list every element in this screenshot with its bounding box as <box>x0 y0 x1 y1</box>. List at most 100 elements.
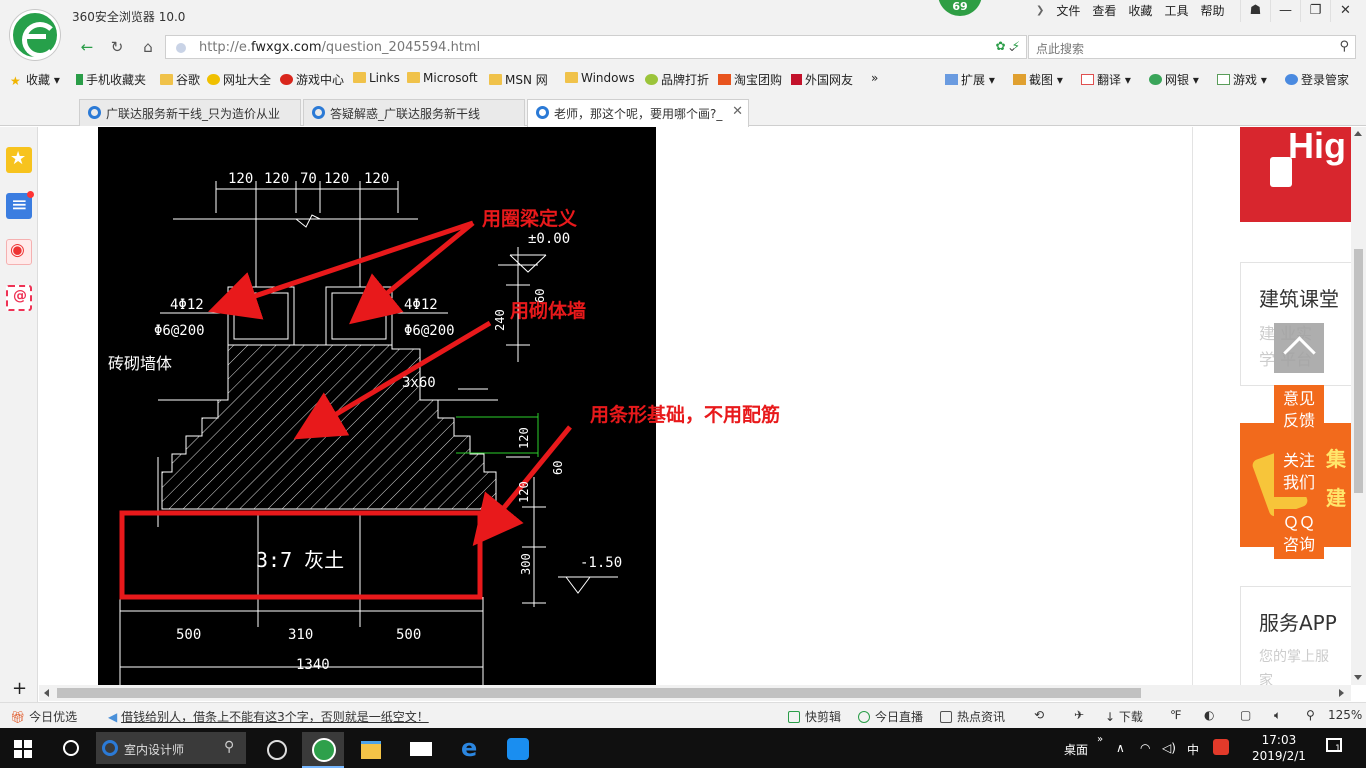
vertical-scrollbar[interactable] <box>1351 127 1366 685</box>
follow-us-button[interactable]: 关注 我们 <box>1274 447 1324 497</box>
site-info-icon[interactable] <box>176 43 186 53</box>
scroll-right-arrow-icon[interactable] <box>1339 689 1344 697</box>
window-controls: ☗ — ❐ ✕ <box>1240 0 1360 22</box>
toolbar-screenshot[interactable]: 截图 ▾ <box>1013 71 1063 88</box>
address-bar[interactable]: http://e.fwxgx.com/question_2045594.html… <box>165 35 1027 59</box>
tab-qa[interactable]: 答疑解惑_广联达服务新干线 <box>303 99 525 126</box>
toolbar-extensions[interactable]: 扩展 ▾ <box>945 71 995 88</box>
toolbar-games[interactable]: 游戏 ▾ <box>1217 71 1267 88</box>
taskbar-app-360-browser[interactable] <box>302 732 344 768</box>
window-icon[interactable]: ▢ <box>1240 708 1251 722</box>
zoom-icon[interactable]: ⚲ <box>1306 708 1315 722</box>
download-button[interactable]: ↓ 下载 <box>1105 708 1143 725</box>
taskbar-app-edge[interactable] <box>449 732 491 768</box>
scroll-up-arrow-icon[interactable] <box>1354 131 1362 136</box>
promo-banner-top[interactable]: Hig <box>1240 127 1351 222</box>
app-card[interactable]: 服务APP 您的掌上服家 <box>1240 586 1351 685</box>
edge-mode-icon[interactable]: ◐ <box>1204 708 1214 722</box>
close-button[interactable]: ✕ <box>1330 0 1360 22</box>
taskbar-app-mail[interactable] <box>400 732 442 768</box>
wifi-icon[interactable]: ◠ <box>1140 741 1150 755</box>
vertical-scroll-thumb[interactable] <box>1354 249 1363 493</box>
taskbar-app-file-explorer[interactable] <box>350 732 392 768</box>
sogou-icon[interactable] <box>1213 739 1229 755</box>
toolbar-bank[interactable]: 网银 ▾ <box>1149 71 1199 88</box>
bookmark-taobao[interactable]: 淘宝团购 <box>718 71 782 88</box>
volume-icon[interactable]: ◁) <box>1162 741 1176 755</box>
search-box[interactable]: ⌄ 点此搜索 ⚲ <box>1007 35 1356 59</box>
skin-button[interactable]: ☗ <box>1240 0 1270 22</box>
qq-consult-button[interactable]: ＱＱ 咨询 <box>1274 509 1324 559</box>
pin-icon[interactable]: ✈ <box>1074 708 1084 722</box>
tray-overflow-icon[interactable]: ∧ <box>1116 741 1125 755</box>
restore-button[interactable]: ❐ <box>1300 0 1330 22</box>
taskbar-app-clock[interactable] <box>255 732 297 768</box>
ime-indicator[interactable]: 中 <box>1187 741 1199 758</box>
chevron-right-icon[interactable]: ❯ <box>1030 3 1050 19</box>
taskbar-app-blue[interactable] <box>498 732 540 768</box>
home-button[interactable]: ⌂ <box>137 36 159 58</box>
bookmark-msn[interactable]: MSN 网 <box>489 71 548 88</box>
left-sidebar <box>0 127 38 703</box>
mail-icon[interactable] <box>6 285 32 311</box>
bookmark-links[interactable]: Links <box>353 71 400 85</box>
bookmark-hao[interactable]: 网址大全 <box>207 71 271 88</box>
desktop-toolbar[interactable]: 桌面 <box>1064 741 1088 758</box>
sidebar-add-button[interactable]: + <box>12 678 27 699</box>
browser-title-bar: 360安全浏览器 10.0 69 ❯ 文件 查看 收藏 工具 帮助 ☗ — ❐ … <box>0 0 1366 64</box>
feedback-button[interactable]: 意见 反馈 <box>1274 385 1324 435</box>
bookmark-games[interactable]: 游戏中心 <box>280 71 344 88</box>
speed-icon[interactable]: ⟲ <box>1034 708 1044 722</box>
close-tab-icon[interactable]: ✕ <box>732 104 743 119</box>
volume-icon[interactable]: 🔈︎ <box>1274 708 1281 723</box>
back-button[interactable]: ← <box>76 36 98 58</box>
format-icon[interactable]: ℉ <box>1170 708 1181 722</box>
bookmarks-more[interactable]: » <box>871 71 878 85</box>
menu-view[interactable]: 查看 <box>1086 3 1122 19</box>
tab-question-active[interactable]: 老师，那这个呢，要用哪个画?_ ✕ <box>527 99 749 127</box>
search-input[interactable]: 点此搜索 <box>1036 40 1084 57</box>
headline-link[interactable]: ◀ 借钱给别人，借条上不能有这3个字，否则就是一纸空文！ <box>108 708 429 725</box>
horizontal-scrollbar[interactable] <box>39 685 1351 701</box>
bookmark-foreign[interactable]: 外国网友 <box>791 71 853 88</box>
zoom-level[interactable]: 125% <box>1328 708 1362 722</box>
quick-clip[interactable]: 快剪辑 <box>788 708 841 725</box>
bookmark-favorites[interactable]: ★ 收藏 ▾ <box>10 71 60 88</box>
today-live[interactable]: 今日直播 <box>858 708 923 725</box>
bookmark-windows[interactable]: Windows <box>565 71 635 85</box>
hot-news[interactable]: 热点资讯 <box>940 708 1005 725</box>
tab-glodon-home[interactable]: 广联达服务新干线_只为造价从业 <box>79 99 301 126</box>
url-text[interactable]: http://e.fwxgx.com/question_2045594.html <box>199 40 480 55</box>
windows-start-icon[interactable] <box>14 740 32 758</box>
cortana-icon[interactable] <box>63 740 79 756</box>
search-icon[interactable]: ⚲ <box>1339 39 1349 54</box>
bookmark-mobile[interactable]: 手机收藏夹 <box>76 71 146 88</box>
security-icon[interactable]: ✿ <box>996 39 1006 53</box>
today-pick[interactable]: 🎁︎ 今日优选 <box>10 708 77 725</box>
menu-favorites[interactable]: 收藏 <box>1122 3 1158 19</box>
menu-tools[interactable]: 工具 <box>1158 3 1194 19</box>
taskbar-search-text[interactable]: 室内设计师 <box>124 741 184 758</box>
notification-badge[interactable]: 69 <box>938 0 982 16</box>
favorites-star-icon[interactable] <box>6 147 32 173</box>
search-icon[interactable]: ⚲ <box>224 739 234 755</box>
menu-file[interactable]: 文件 <box>1050 3 1086 19</box>
app-title: 服务APP <box>1259 611 1337 635</box>
toolbar-translate[interactable]: 翻译 ▾ <box>1081 71 1131 88</box>
scroll-left-arrow-icon[interactable] <box>44 689 49 697</box>
scroll-down-arrow-icon[interactable] <box>1354 675 1362 680</box>
minimize-button[interactable]: — <box>1270 0 1300 22</box>
bookmark-brand[interactable]: 品牌打折 <box>645 71 709 88</box>
search-engine-dropdown-icon[interactable]: ⌄ <box>1007 40 1017 54</box>
toolbar-login-manager[interactable]: 登录管家 <box>1285 71 1349 88</box>
back-to-top-button[interactable] <box>1274 323 1324 373</box>
bookmark-google[interactable]: 谷歌 <box>160 71 200 88</box>
chevron-icon[interactable]: » <box>1097 734 1103 745</box>
weibo-icon[interactable] <box>6 239 32 265</box>
reload-button[interactable]: ↻ <box>106 36 128 58</box>
clock[interactable]: 17:03 2019/2/1 <box>1252 732 1306 764</box>
taskbar-search[interactable]: 室内设计师 ⚲ <box>96 732 246 764</box>
bookmark-microsoft[interactable]: Microsoft <box>407 71 478 85</box>
menu-help[interactable]: 帮助 <box>1194 3 1230 19</box>
horizontal-scroll-thumb[interactable] <box>57 688 1141 698</box>
